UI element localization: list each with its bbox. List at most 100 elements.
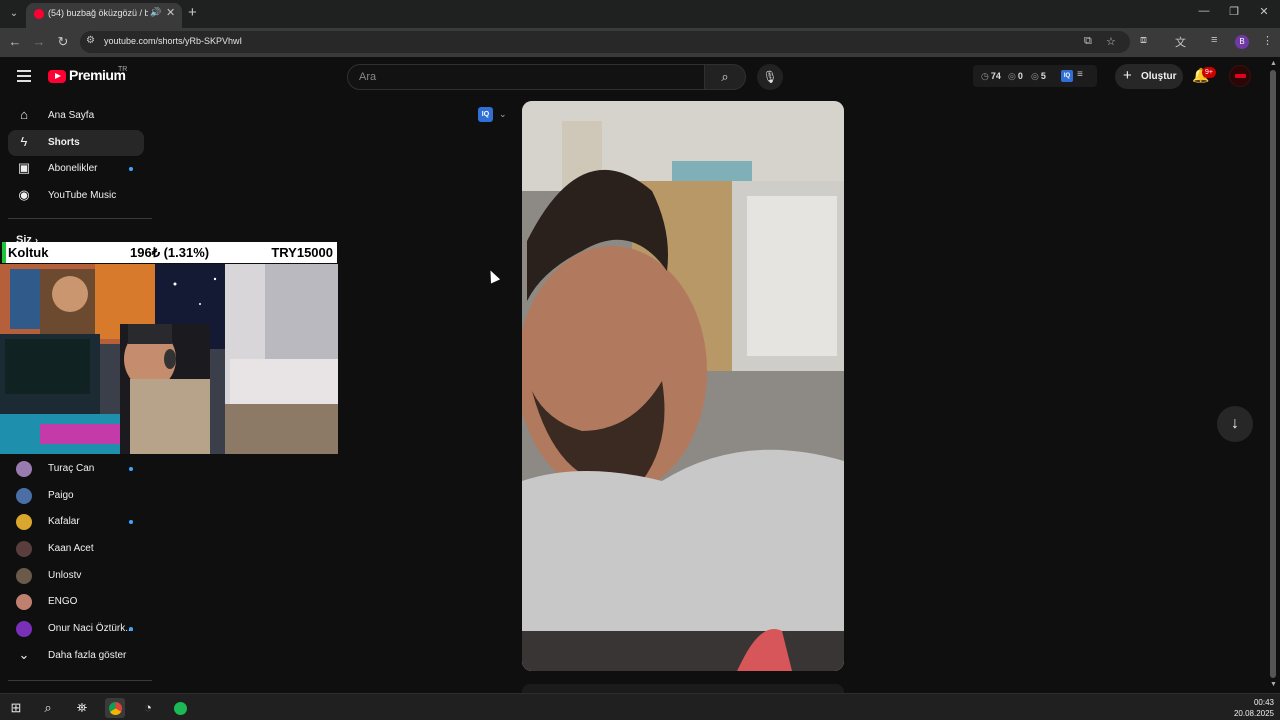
next-video-button[interactable]: ↓ [1217, 406, 1253, 442]
address-bar[interactable]: ⚙ youtube.com/shorts/yRb-SKPVhwI ⧉ ☆ [80, 31, 1130, 53]
search-button[interactable]: ⌕ [704, 64, 746, 90]
game-app-icon[interactable]: ⛯ [72, 698, 92, 718]
account-avatar[interactable] [1229, 65, 1251, 87]
clock-date: 20.08.2025 [1233, 709, 1274, 718]
comments-count: 5 [1040, 71, 1046, 81]
channel-name: Unlostv [48, 570, 82, 581]
subscription-item[interactable]: Turaç Can [8, 456, 144, 482]
stats-extension-panel[interactable]: ◷ 74 ◎ 0 ◎ 5 IQ ≡ [973, 65, 1097, 87]
channel-name: Paigo [48, 490, 74, 501]
create-button[interactable]: + Oluştur [1115, 64, 1183, 89]
views-count: 74 [990, 71, 1001, 81]
eye-icon: ◎ [1008, 71, 1016, 81]
iq-extension-button[interactable]: IQ [478, 107, 493, 122]
windows-taskbar: ⊞ ⌕ ⛯ ◔ 00:43 20.08.2025 [0, 693, 1280, 720]
search-icon: ⌕ [721, 69, 729, 84]
channel-avatar [16, 621, 32, 637]
subscriptions-icon: ▣ [17, 160, 31, 175]
iq-badge[interactable]: IQ [1061, 70, 1073, 82]
channel-name: Kafalar [48, 516, 80, 527]
browser-tab[interactable]: (54) buzbağ öküzgözü / bo 🔊 ✕ [26, 3, 182, 28]
taskbar-search-icon[interactable]: ⌕ [38, 698, 58, 718]
subscription-item[interactable]: Onur Naci Öztürk... [8, 616, 144, 642]
video-frame-illustration [522, 101, 844, 671]
reload-icon[interactable]: ↻ [55, 34, 71, 50]
sidebar-item-youtube-music[interactable]: ◉ YouTube Music [8, 183, 144, 209]
channel-avatar [16, 594, 32, 610]
sidebar-item-subscriptions[interactable]: ▣ Abonelikler [8, 156, 144, 182]
obs-app-icon[interactable]: ◔ [138, 698, 158, 718]
new-content-dot [129, 467, 133, 471]
voice-search-button[interactable]: 🎙 [757, 64, 783, 90]
logo-premium-text[interactable]: Premium [69, 67, 126, 83]
sidebar-item-home[interactable]: ⌂ Ana Sayfa [8, 103, 144, 129]
music-icon: ◉ [18, 187, 30, 202]
scroll-up-arrow-icon[interactable]: ▲ [1270, 60, 1277, 67]
site-info-icon[interactable]: ⚙ [86, 35, 95, 46]
chevron-down-icon[interactable]: ⌄ [499, 109, 507, 120]
chrome-app-icon[interactable] [105, 698, 125, 718]
translate-icon[interactable]: 文 [1175, 34, 1186, 50]
ticker-value: TRY15000 [271, 245, 333, 260]
likes-count: 0 [1017, 71, 1023, 81]
sidebar-item-label: Ana Sayfa [48, 110, 95, 121]
short-video-player[interactable] [522, 101, 844, 671]
spotify-app-icon[interactable] [170, 698, 190, 718]
channel-name: Kaan Acet [48, 543, 94, 554]
comments-stat: ◎ 5 [1031, 71, 1046, 82]
tab-title: (54) buzbağ öküzgözü / bo [48, 8, 148, 18]
browser-toolbar: ← → ↻ ⚙ youtube.com/shorts/yRb-SKPVhwI ⧉… [0, 28, 1280, 57]
browser-tab-strip: ⌄ (54) buzbağ öküzgözü / bo 🔊 ✕ + — ❐ ✕ [0, 0, 1280, 28]
sidebar-divider [8, 218, 152, 219]
stock-ticker-overlay: Koltuk 196₺ (1.31%) TRY15000 [2, 242, 337, 263]
show-more-button[interactable]: ⌄ Daha fazla göster [8, 643, 144, 669]
subscription-item[interactable]: ENGO [8, 589, 144, 615]
shorts-icon: ϟ [20, 134, 28, 149]
restore-icon[interactable]: ❐ [1224, 5, 1244, 18]
subscription-item[interactable]: Unlostv [8, 563, 144, 589]
new-content-dot [129, 167, 133, 171]
windows-start-icon[interactable]: ⊞ [6, 698, 26, 718]
browser-menu-icon[interactable]: ⋮ [1262, 34, 1273, 47]
channel-name: Turaç Can [48, 463, 95, 474]
search-input[interactable]: Ara [347, 64, 705, 90]
new-tab-icon[interactable]: + [188, 4, 197, 21]
subscription-item[interactable]: Kafalar [8, 509, 144, 535]
stats-menu-icon[interactable]: ≡ [1077, 69, 1083, 80]
channel-name: Onur Naci Öztürk... [48, 623, 134, 634]
forward-icon[interactable]: → [31, 34, 47, 49]
close-window-icon[interactable]: ✕ [1254, 5, 1274, 18]
tab-search-icon[interactable]: ⌄ [6, 6, 22, 22]
views-stat: ◷ 74 [981, 71, 1001, 82]
new-content-dot [129, 520, 133, 524]
new-content-dot [129, 627, 133, 631]
install-app-icon[interactable]: ⧉ [1084, 35, 1092, 48]
microphone-icon: 🎙 [762, 70, 778, 84]
sidebar-item-label: YouTube Music [48, 190, 117, 201]
subscription-item[interactable]: Paigo [8, 483, 144, 509]
guide-menu-icon[interactable] [17, 70, 31, 82]
youtube-logo-icon[interactable] [48, 70, 66, 83]
audio-playing-icon[interactable]: 🔊 [150, 7, 161, 18]
minimize-icon[interactable]: — [1194, 5, 1214, 17]
sidebar-item-label: Shorts [48, 137, 80, 148]
page-scrollbar-thumb[interactable] [1270, 70, 1276, 678]
system-clock[interactable]: 00:43 20.08.2025 [1234, 697, 1274, 719]
tab-close-icon[interactable]: ✕ [166, 6, 175, 19]
sidebar-item-label: Abonelikler [48, 163, 98, 174]
media-controls-icon[interactable]: ≡ [1211, 34, 1217, 46]
sidebar-item-shorts[interactable]: ϟ Shorts [8, 130, 144, 156]
subscription-item[interactable]: Kaan Acet [8, 536, 144, 562]
extensions-icon[interactable]: ⧈ [1140, 34, 1147, 47]
streamer-webcam-overlay [0, 264, 338, 454]
profile-avatar[interactable]: B [1235, 35, 1249, 49]
clock-time: 00:43 [1253, 698, 1274, 707]
scroll-down-arrow-icon[interactable]: ▼ [1270, 681, 1277, 688]
search-placeholder: Ara [359, 71, 377, 83]
bookmark-star-icon[interactable]: ☆ [1106, 35, 1116, 48]
notification-count-badge: 9+ [1202, 67, 1216, 78]
channel-avatar [16, 514, 32, 530]
back-icon[interactable]: ← [7, 34, 23, 49]
channel-avatar [16, 461, 32, 477]
next-short-preview[interactable] [522, 684, 844, 693]
